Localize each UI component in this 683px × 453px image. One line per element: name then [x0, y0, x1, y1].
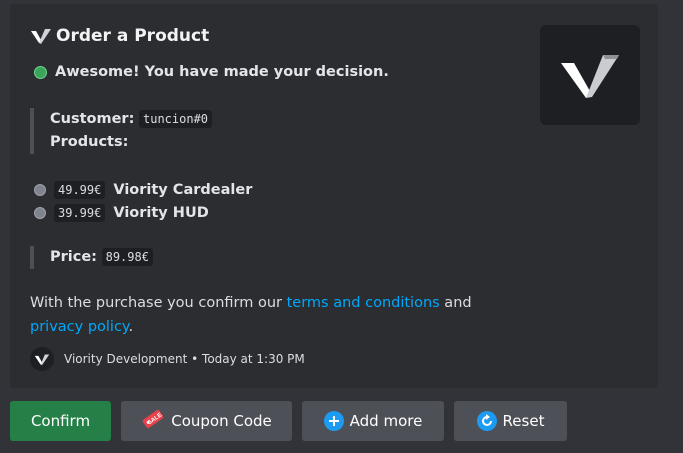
- action-row: Confirm SALE Coupon Code Add more Reset: [10, 401, 567, 441]
- coupon-code-label: Coupon Code: [171, 412, 272, 430]
- add-more-button[interactable]: Add more: [302, 401, 444, 441]
- customer-quote: Customer: tuncion#0 Products:: [30, 108, 213, 154]
- viority-logo-icon: [30, 27, 52, 45]
- viority-logo-icon: [561, 55, 619, 98]
- status-text: Awesome! You have made your decision.: [55, 64, 389, 80]
- embed-title: Order a Product: [30, 26, 209, 46]
- embed-title-text: Order a Product: [56, 26, 210, 46]
- reset-button[interactable]: Reset: [454, 401, 567, 441]
- grey-circle-icon: [34, 206, 46, 219]
- price-label: Price:: [50, 249, 97, 265]
- product-list: 49.99€ Viority Cardealer 39.99€ Viority …: [34, 178, 252, 224]
- product-name: Viority Cardealer: [113, 181, 253, 198]
- list-item: 39.99€ Viority HUD: [34, 201, 252, 224]
- confirm-text-pre: With the purchase you confirm our: [30, 295, 287, 311]
- products-label: Products:: [50, 134, 129, 150]
- confirm-notice: With the purchase you confirm our terms …: [30, 291, 510, 339]
- list-item: 49.99€ Viority Cardealer: [34, 178, 252, 201]
- add-more-label: Add more: [349, 412, 423, 430]
- confirm-button-label: Confirm: [30, 412, 91, 430]
- price-quote: Price: 89.98€: [30, 246, 153, 269]
- customer-label: Customer:: [50, 111, 135, 127]
- order-embed: Order a Product Awesome! You have made y…: [10, 4, 658, 388]
- ticket-icon: SALE: [141, 408, 165, 434]
- grey-circle-icon: [34, 183, 46, 196]
- coupon-code-button[interactable]: SALE Coupon Code: [121, 401, 292, 441]
- footer-separator: •: [191, 352, 199, 366]
- reset-label: Reset: [502, 412, 545, 430]
- terms-link[interactable]: terms and conditions: [287, 295, 440, 311]
- viority-logo-icon: [34, 353, 50, 365]
- confirm-text-mid: and: [439, 295, 472, 311]
- privacy-link[interactable]: privacy policy: [30, 319, 128, 335]
- customer-value: tuncion#0: [139, 110, 213, 128]
- product-price: 39.99€: [54, 203, 106, 222]
- footer-author: Viority Development: [64, 352, 188, 366]
- status-line: Awesome! You have made your decision.: [34, 64, 389, 80]
- product-price: 49.99€: [54, 180, 106, 199]
- green-circle-icon: [34, 65, 47, 79]
- product-name: Viority HUD: [113, 204, 209, 221]
- confirm-button[interactable]: Confirm: [10, 401, 111, 441]
- confirm-text-post: .: [128, 319, 134, 335]
- footer-timestamp: Today at 1:30 PM: [202, 352, 305, 366]
- plus-circle-icon: [323, 411, 344, 431]
- avatar: [30, 347, 54, 371]
- product-thumbnail[interactable]: [540, 25, 640, 125]
- refresh-icon: [476, 411, 497, 431]
- price-value: 89.98€: [101, 248, 153, 266]
- embed-footer: Viority Development • Today at 1:30 PM: [30, 347, 305, 371]
